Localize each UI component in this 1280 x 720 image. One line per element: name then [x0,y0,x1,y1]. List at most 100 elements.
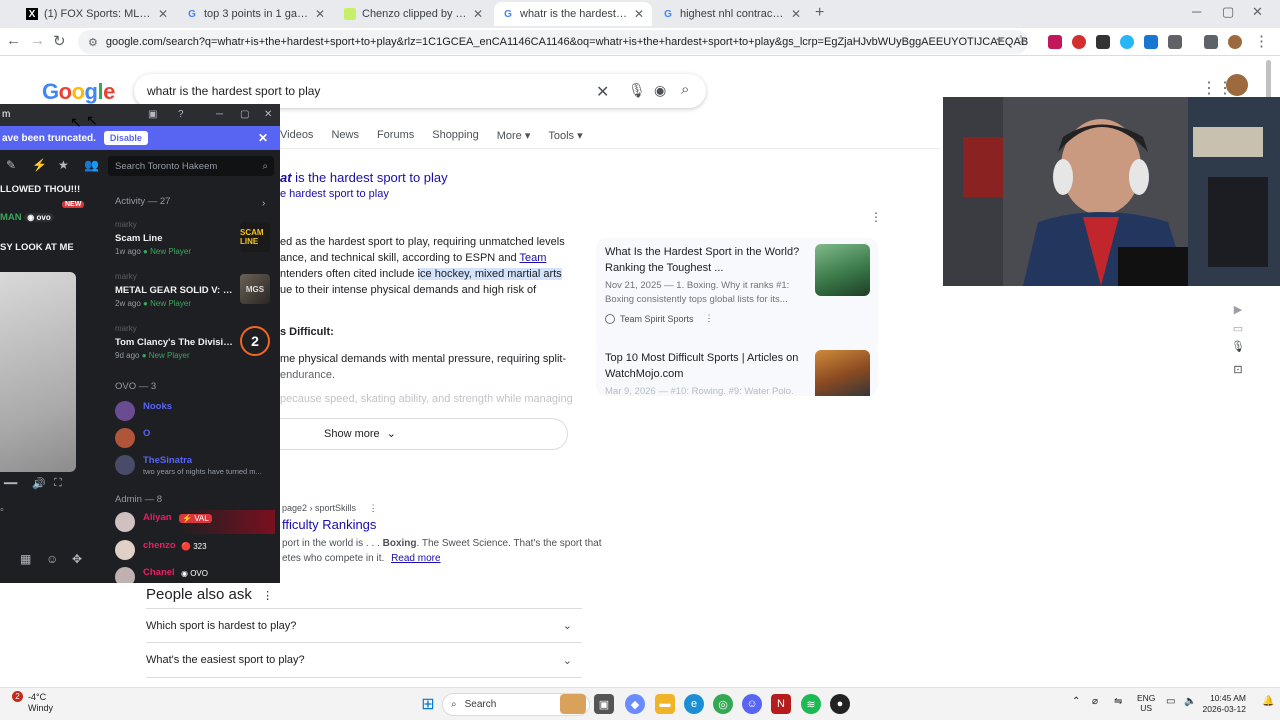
discord-icon[interactable]: ☺ [742,694,762,714]
fullscreen-icon[interactable]: ⛶ [54,477,62,490]
ai-overview-title[interactable]: at is the hardest sport to play [280,170,448,185]
notification-bell-icon[interactable]: 🔔 [1262,696,1274,707]
network-icon[interactable]: ⇋ [1114,696,1122,707]
show-more-label[interactable]: Show more ⌄ [324,427,396,440]
avatar[interactable] [1226,74,1248,96]
close-window-icon[interactable]: ✕ [1252,4,1263,20]
close-icon[interactable]: ✕ [158,7,168,21]
volume-icon[interactable]: 🔈 [1184,696,1196,707]
maximize-icon[interactable]: ▢ [240,109,249,120]
members-icon[interactable]: 👥 [84,158,99,172]
help-icon[interactable]: ? [178,109,184,120]
inbox-icon[interactable]: ▣ [148,109,157,120]
close-icon[interactable]: ✕ [634,7,644,21]
member-item[interactable]: Chanel ◉ OVO [115,565,275,583]
disable-button[interactable]: Disable [103,131,148,145]
lens-icon[interactable]: ⊡ [1230,363,1246,376]
extension-icon[interactable] [1048,35,1062,49]
member-item[interactable]: chenzo 🔴 323 [115,538,275,562]
copilot-icon[interactable]: ◆ [625,694,645,714]
paa-question[interactable]: Which sport is hardest to play? ⌄ [146,608,582,643]
extension-icon[interactable] [1120,35,1134,49]
embedded-video[interactable] [0,272,76,472]
chevron-up-icon[interactable]: ⌃ [1072,696,1080,707]
close-window-icon[interactable]: ✕ [264,109,272,120]
volume-icon[interactable]: 🔊 [32,477,46,490]
microphone-icon[interactable]: 🎙 [628,82,646,99]
extension-icon[interactable] [1144,35,1158,49]
tab-twitch-clip[interactable]: Chenzo clipped by TheSinatra ✕ [336,2,491,26]
more-options-icon[interactable]: ⋮ [870,210,882,224]
reload-icon[interactable]: ↻ [53,32,66,50]
obs-icon[interactable]: ● [830,694,850,714]
more-options-icon[interactable]: ⋮ [262,590,273,602]
close-icon[interactable]: ✕ [258,131,268,145]
close-icon[interactable]: ✕ [473,7,483,21]
member-item[interactable]: Nooks [115,399,275,423]
search-icon[interactable]: ⌕ [681,81,689,98]
member-item[interactable]: TheSinatra two years of nights have turn… [115,453,275,477]
wand-icon[interactable]: ⚡ [32,158,47,172]
chat-overlay-window[interactable]: m ▣ ? ─ ▢ ✕ ave been truncated. Disable … [0,104,280,583]
clock[interactable]: 10:45 AM 2026-03-12 [1198,693,1246,715]
tab-nhl-contract[interactable]: G highest nhl contract - Google S ✕ [654,2,809,26]
result-title[interactable]: fficulty Rankings [282,517,376,532]
monitor-icon[interactable]: ▭ [1166,696,1175,707]
language-indicator[interactable]: ENG US [1137,693,1155,713]
tab-hardest-sport[interactable]: G whatr is the hardest sport to pl ✕ [494,2,652,26]
activity-item[interactable]: marky Tom Clancy's The Division 2 9d ago… [108,322,276,366]
tab-tools[interactable]: Tools ▾ [548,129,582,142]
chevron-right-icon[interactable]: › [262,198,265,209]
profile-avatar-icon[interactable] [1228,35,1242,49]
tab-videos[interactable]: Videos [280,129,313,142]
nzxt-icon[interactable]: N [771,694,791,714]
extension-icon[interactable] [1072,35,1086,49]
member-item[interactable]: Aliyan ⚡ VAL [115,510,275,534]
media-icon[interactable] [1204,35,1218,49]
scrollbar[interactable] [1266,60,1271,100]
windows-start-icon[interactable]: ⊞ [418,694,438,714]
volume-slider[interactable]: ━━ [4,477,17,490]
maximize-icon[interactable]: ▢ [1222,4,1234,20]
location-icon[interactable]: ⌖ [996,32,1003,47]
minimize-icon[interactable]: ─ [1192,4,1201,19]
read-more-link[interactable]: Read more [391,553,440,564]
file-explorer-icon[interactable]: ▬ [655,694,675,714]
team-link[interactable]: Team [520,252,547,264]
edge-icon[interactable]: e [684,694,704,714]
settings-icon[interactable]: ◦ [0,504,4,516]
play-icon[interactable]: ▶ [1230,303,1246,316]
pin-icon[interactable]: ★ [58,158,69,172]
lens-camera-icon[interactable]: ◉ [654,82,666,99]
tab-nba-search[interactable]: G top 3 points in 1 game nba - G ✕ [178,2,333,26]
spotify-icon[interactable]: ≋ [801,694,821,714]
minimize-icon[interactable]: ─ [216,109,223,120]
bookmark-star-icon[interactable]: ☆ [1015,32,1027,48]
tab-more[interactable]: More ▾ [497,129,531,142]
source-card[interactable]: Top 10 Most Difficult Sports | Articles … [596,344,878,396]
result-url[interactable]: page2 › sportSkills ⋮ [282,503,378,514]
menu-dots-icon[interactable]: ⋮ [1254,32,1269,50]
close-icon[interactable]: ✕ [791,7,801,21]
more-options-icon[interactable]: ⋮ [705,313,714,324]
tab-fox-sports[interactable]: X (1) FOX Sports: MLB on X: "THE ✕ [18,2,176,26]
google-logo[interactable]: Google [42,79,115,105]
url-bar[interactable]: ⚙ google.com/search?q=whatr+is+the+harde… [78,30,1028,54]
chat-bubble-icon[interactable]: ▭ [1230,322,1246,335]
wifi-off-icon[interactable]: ⌀ [1092,696,1098,707]
back-arrow-icon[interactable]: ← [6,32,21,49]
tab-forums[interactable]: Forums [377,129,414,142]
extensions-puzzle-icon[interactable] [1168,35,1182,49]
weather-widget[interactable]: -4°C Windy [28,692,53,714]
activity-item[interactable]: marky METAL GEAR SOLID V: GR... 2w ago ●… [108,270,276,314]
extension-icon[interactable] [1096,35,1110,49]
tab-shopping[interactable]: Shopping [432,129,479,142]
paa-question[interactable]: What's the easiest sport to play? ⌄ [146,643,582,678]
tab-news[interactable]: News [331,129,359,142]
activity-item[interactable]: marky Scam Line 1w ago ● New Player SCAM… [108,218,276,262]
tag-icon[interactable]: ✎ [6,158,16,172]
clear-search-icon[interactable]: ✕ [596,82,609,102]
emoji-icon[interactable]: ☺ [46,552,58,566]
member-item[interactable]: O [115,426,275,450]
forward-arrow-icon[interactable]: → [30,32,45,49]
